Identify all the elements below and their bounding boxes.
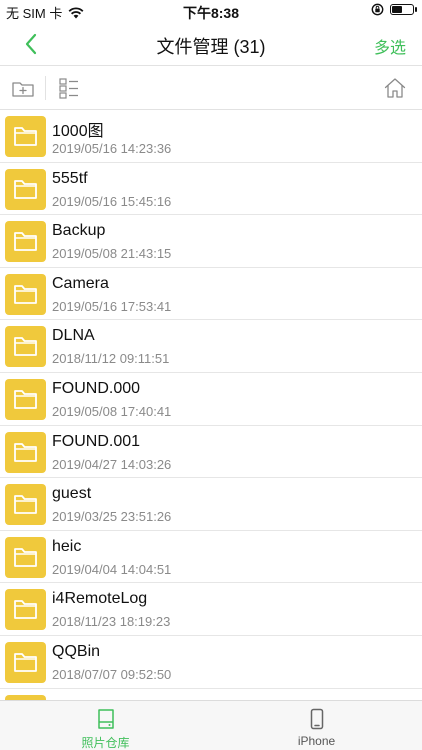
file-list-item[interactable]: 1000图 2019/05/16 14:23:36 [0, 110, 422, 163]
file-name: FOUND.001 [52, 432, 141, 450]
folder-tile [5, 589, 46, 631]
page-title: 文件管理 (31) [156, 37, 266, 57]
folder-tile [5, 431, 46, 473]
orientation-lock-icon [371, 3, 384, 16]
file-name: DLNA [52, 327, 95, 345]
file-list: 1000图 2019/05/16 14:23:36 555tf 2019/05/… [0, 110, 422, 700]
file-date: 2018/07/07 09:52:50 [52, 666, 172, 682]
tab-bar: 照片仓库 iPhone [0, 700, 422, 750]
folder-tile [5, 221, 46, 263]
list-view-icon [59, 78, 78, 99]
file-date: 2019/03/25 23:51:26 [52, 509, 172, 525]
phone-icon [310, 708, 323, 730]
battery-icon [390, 4, 417, 15]
file-list-item[interactable]: guest 2019/03/25 23:51:26 [0, 478, 422, 531]
home-icon [384, 78, 406, 98]
file-date: 2018/11/23 18:19:23 [52, 614, 171, 630]
home-button[interactable] [382, 75, 408, 101]
folder-icon [14, 127, 37, 146]
file-list-item[interactable]: Backup 2019/05/08 21:43:15 [0, 215, 422, 268]
file-name: Backup [52, 222, 106, 240]
folder-icon [14, 232, 37, 252]
folder-tile [5, 116, 46, 157]
file-list-item[interactable]: heic 2019/04/04 14:04:51 [0, 531, 422, 584]
folder-tile [5, 273, 46, 315]
file-date: 2018/11/12 09:11:51 [52, 351, 170, 367]
file-date: 2019/05/16 15:45:16 [52, 193, 172, 209]
file-list-item[interactable]: i4RemoteLog 2018/11/23 18:19:23 [0, 583, 422, 636]
file-list-item[interactable]: Camera 2019/05/16 17:53:41 [0, 268, 422, 321]
file-list-item[interactable]: FOUND.000 2019/05/08 17:40:41 [0, 373, 422, 426]
tab-iphone[interactable]: iPhone [211, 701, 422, 750]
file-name: guest [52, 485, 92, 503]
folder-tile [5, 168, 46, 210]
multi-select-button[interactable]: 多选 [374, 34, 406, 58]
file-date: 2019/05/08 21:43:15 [52, 246, 172, 262]
battery-level [392, 6, 402, 13]
file-date: 2019/04/04 14:04:51 [52, 561, 172, 577]
status-time: 下午8:38 [182, 5, 240, 21]
folder-icon [14, 600, 37, 620]
file-name: 555tf [52, 169, 88, 187]
new-folder-icon [12, 82, 34, 97]
toolbar-divider [45, 76, 46, 100]
back-button[interactable] [18, 30, 46, 58]
folder-icon [14, 495, 37, 515]
file-date: 2019/05/08 17:40:41 [52, 403, 172, 419]
status-bar: 无 SIM 卡 下午8:38 [0, 0, 422, 22]
new-folder-button[interactable] [10, 75, 36, 101]
file-name: heic [52, 537, 82, 555]
folder-icon [14, 284, 37, 304]
folder-tile [5, 641, 46, 683]
file-name: Camera [52, 274, 109, 292]
file-name: i4RemoteLog [52, 590, 148, 608]
folder-icon [14, 653, 37, 672]
file-date: 2019/04/27 14:03:26 [52, 456, 172, 472]
status-right [371, 3, 417, 16]
file-list-item[interactable] [0, 689, 422, 700]
file-name: QQBin [52, 642, 101, 660]
file-date: 2019/05/16 14:23:36 [52, 141, 172, 156]
file-name: FOUND.000 [52, 379, 141, 397]
file-date: 2019/05/16 17:53:41 [52, 298, 172, 314]
chevron-left-icon [25, 33, 37, 55]
tab-photo-storage[interactable]: 照片仓库 [0, 701, 211, 750]
folder-tile [5, 536, 46, 578]
folder-icon [14, 390, 37, 409]
folder-icon [14, 442, 37, 462]
folder-tile [5, 378, 46, 420]
folder-tile [5, 484, 46, 526]
file-list-item[interactable]: 555tf 2019/05/16 15:45:16 [0, 163, 422, 216]
nav-bar: 文件管理 (31) 多选 [0, 22, 422, 66]
view-mode-button[interactable] [56, 75, 82, 101]
folder-tile [5, 326, 46, 368]
folder-icon [14, 179, 37, 199]
tab-label: 照片仓库 [81, 736, 130, 750]
storage-drive-icon [97, 709, 114, 729]
file-name: 1000图 [52, 123, 104, 140]
tab-label: iPhone [297, 734, 336, 748]
file-list-item[interactable]: FOUND.001 2019/04/27 14:03:26 [0, 426, 422, 479]
file-list-item[interactable]: DLNA 2018/11/12 09:11:51 [0, 320, 422, 373]
folder-icon [14, 337, 37, 357]
folder-icon [14, 547, 37, 567]
toolbar [0, 66, 422, 110]
file-list-item[interactable]: QQBin 2018/07/07 09:52:50 [0, 636, 422, 689]
